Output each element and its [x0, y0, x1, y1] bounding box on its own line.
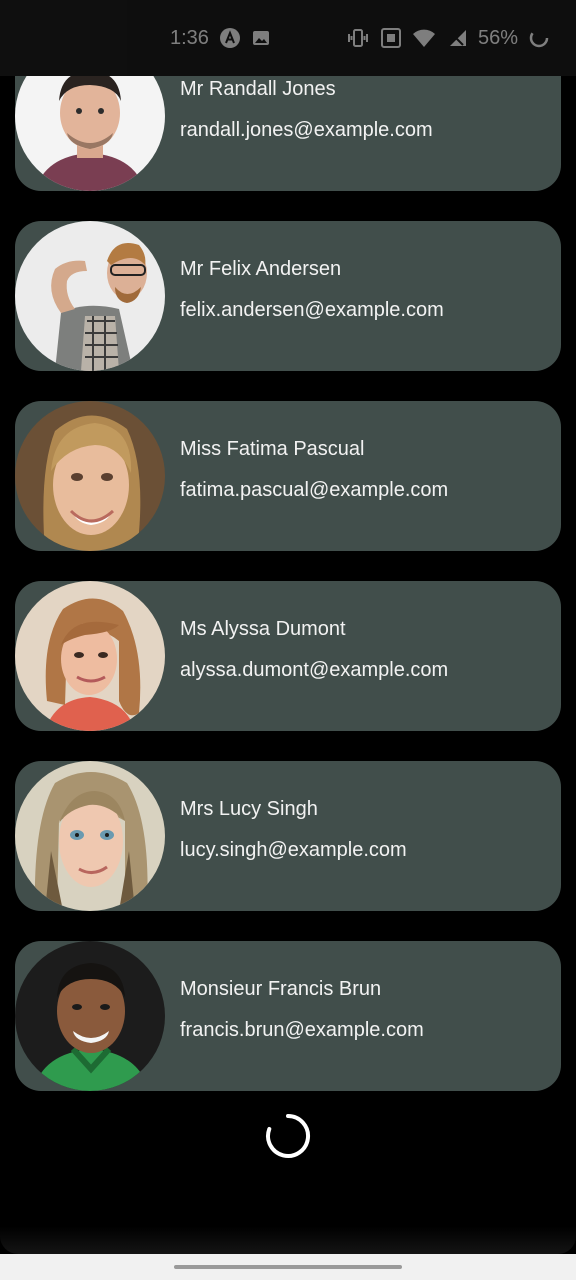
user-avatar [15, 941, 165, 1091]
user-name: Ms Alyssa Dumont [180, 618, 346, 640]
user-avatar [15, 76, 165, 191]
user-card[interactable]: Ms Alyssa Dumont alyssa.dumont@example.c… [15, 581, 561, 731]
user-avatar [15, 581, 165, 731]
user-avatar [15, 221, 165, 371]
user-email: fatima.pascual@example.com [180, 479, 449, 501]
user-card[interactable]: Mr Felix Andersen felix.andersen@example… [15, 221, 561, 371]
user-card[interactable]: Monsieur Francis Brun francis.brun@examp… [15, 941, 561, 1091]
nfc-icon [380, 27, 402, 49]
user-avatar [15, 401, 165, 551]
user-card[interactable]: Mrs Lucy Singh lucy.singh@example.com [15, 761, 561, 911]
user-name: Miss Fatima Pascual [180, 438, 365, 460]
user-name: Monsieur Francis Brun [180, 978, 382, 1000]
user-email: alyssa.dumont@example.com [180, 659, 449, 681]
bottom-fade [0, 1226, 576, 1254]
user-name: Mr Randall Jones [180, 78, 336, 100]
battery-saver-icon [528, 27, 550, 49]
home-gesture-handle[interactable] [174, 1265, 402, 1269]
status-bar: 1:36 56% [0, 0, 576, 76]
navigation-bar [0, 1254, 576, 1280]
user-avatar [15, 761, 165, 911]
vibrate-icon [346, 27, 370, 49]
user-email: lucy.singh@example.com [180, 839, 407, 861]
battery-percent: 56% [477, 26, 518, 49]
wifi-icon [412, 28, 436, 48]
a-badge-icon [219, 27, 241, 49]
user-name: Mr Felix Andersen [180, 258, 342, 280]
user-card[interactable]: Miss Fatima Pascual fatima.pascual@examp… [15, 401, 561, 551]
user-email: francis.brun@example.com [180, 1019, 424, 1041]
status-time: 1:36 [170, 26, 209, 49]
loading-spinner-icon [264, 1112, 312, 1160]
user-email: randall.jones@example.com [180, 119, 433, 141]
signal-icon [446, 28, 468, 48]
user-email: felix.andersen@example.com [180, 299, 444, 321]
user-card[interactable]: Mr Randall Jones randall.jones@example.c… [15, 76, 561, 191]
image-icon [251, 28, 271, 48]
user-list[interactable]: Mr Randall Jones randall.jones@example.c… [0, 76, 576, 1254]
user-name: Mrs Lucy Singh [180, 798, 318, 820]
